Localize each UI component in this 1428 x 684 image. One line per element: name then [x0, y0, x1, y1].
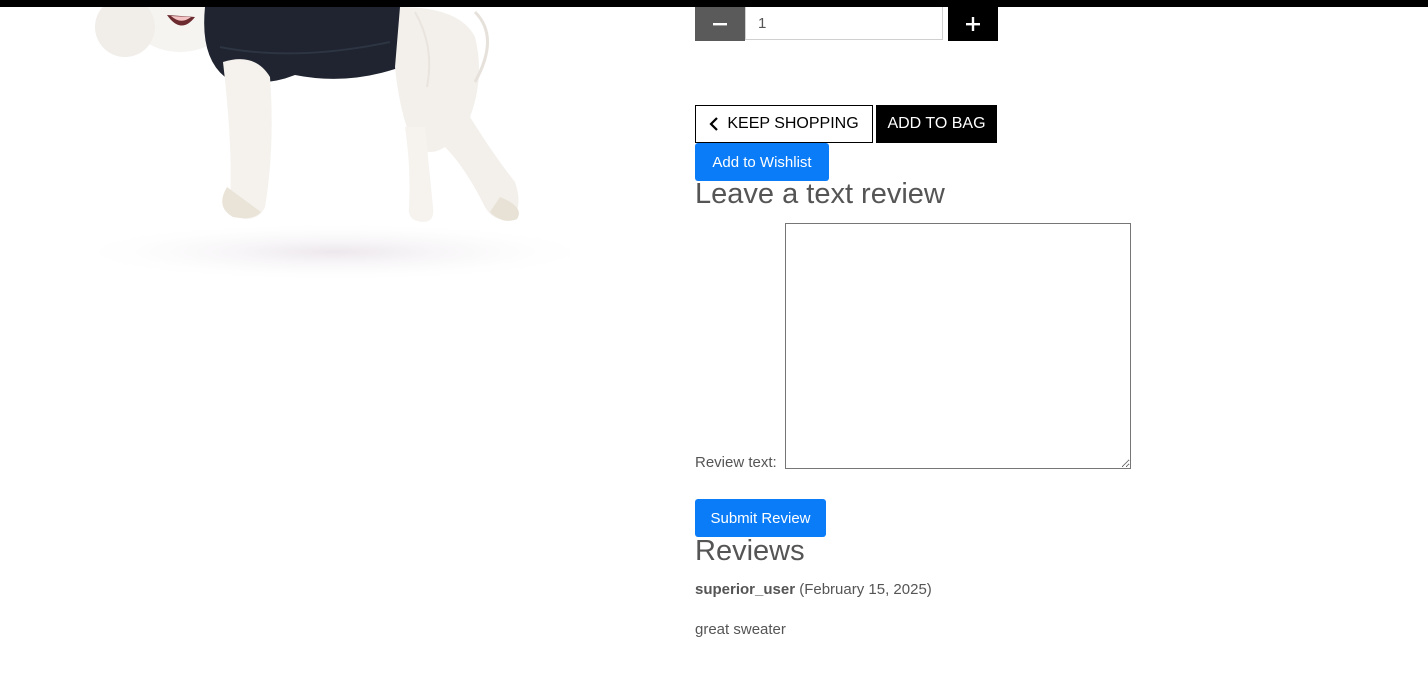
review-textarea[interactable]: [785, 223, 1131, 469]
add-to-wishlist-button[interactable]: Add to Wishlist: [695, 143, 829, 181]
add-to-wishlist-label: Add to Wishlist: [712, 153, 812, 171]
quantity-stepper: [695, 7, 998, 41]
submit-review-button[interactable]: Submit Review: [695, 499, 826, 537]
review-meta: superior_user (February 15, 2025): [695, 581, 932, 598]
keep-shopping-label: KEEP SHOPPING: [727, 115, 859, 132]
decrement-button[interactable]: [695, 7, 745, 41]
keep-shopping-button[interactable]: KEEP SHOPPING: [695, 105, 873, 143]
reviews-heading: Reviews: [695, 535, 805, 567]
review-text: great sweater: [695, 621, 786, 638]
review-date: (February 15, 2025): [799, 581, 932, 598]
minus-icon: [713, 23, 727, 26]
product-image: [65, 7, 605, 282]
quantity-input[interactable]: [745, 7, 943, 40]
submit-review-label: Submit Review: [710, 509, 811, 527]
review-form-heading: Leave a text review: [695, 178, 945, 210]
add-to-bag-button[interactable]: ADD TO BAG: [876, 105, 997, 143]
plus-icon: [966, 17, 980, 31]
review-username: superior_user: [695, 581, 796, 598]
increment-button[interactable]: [948, 7, 998, 41]
chevron-left-icon: [709, 117, 719, 131]
add-to-bag-label: ADD TO BAG: [887, 115, 986, 132]
review-text-label: Review text:: [695, 454, 777, 471]
top-bar: [0, 0, 1428, 7]
